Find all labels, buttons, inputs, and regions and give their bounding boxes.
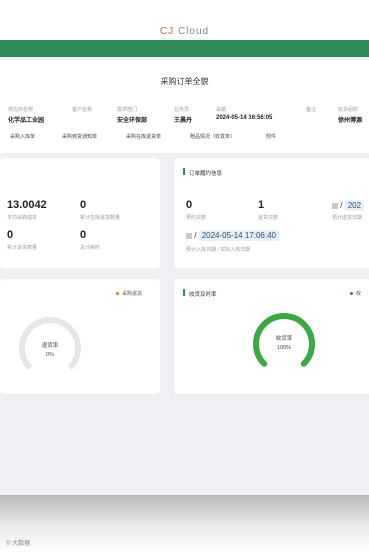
return-count-value: 1: [258, 199, 265, 211]
plan-date-label: 预计送货日期: [332, 215, 363, 221]
field-date: 采期 2024-05-14 16:56:05: [216, 106, 272, 121]
field-date-value: 2024-05-14 16:56:05: [216, 115, 273, 121]
brand-prefix: CJ: [159, 26, 175, 37]
avg-cost-value: 13.0042: [7, 199, 47, 211]
tab-arrival-notice[interactable]: 采购到货通知单: [62, 133, 97, 140]
field-department-label: 需求部门: [117, 107, 138, 113]
actual-date-label: 预计入库日期 / 实际入库日期: [186, 247, 251, 253]
tab-return-in-stock[interactable]: 采购在库退货单: [126, 133, 161, 140]
cum-return-label: 累计在库退货数量: [80, 215, 121, 221]
receive-rate-legend-dot: [350, 292, 353, 296]
actual-date-separator: /: [194, 231, 197, 240]
field-department: 需求部门 安全环保部: [117, 106, 147, 124]
field-remark-label: 备注: [306, 107, 317, 113]
plan-date-checkbox[interactable]: [332, 202, 338, 209]
total-hours-value: 0: [80, 229, 87, 241]
delivery-title-marker: [183, 168, 185, 175]
field-supplier-value: 化学品工业园: [8, 118, 45, 124]
field-receiver-label: 收货组织: [338, 107, 359, 113]
return-rate-legend: 采购退货: [116, 290, 142, 297]
tab-compensation[interactable]: 赔品情况（收发单）: [190, 133, 235, 140]
receive-rate-legend: 收: [350, 290, 361, 297]
brand-suffix: Cloud: [177, 26, 210, 37]
field-department-value: 安全环保部: [117, 118, 148, 124]
field-receiver-value: 徐州博源: [338, 118, 363, 124]
field-date-label: 采期: [216, 107, 227, 113]
stats-card: [0, 158, 160, 268]
field-remark: 备注: [306, 106, 316, 115]
actual-date-checkbox[interactable]: [186, 232, 192, 239]
return-rate-label: 退货率: [41, 343, 59, 349]
field-salesperson: 业务员 王晨丹: [174, 106, 192, 124]
tab-purchase-inbound[interactable]: 采购入库单: [10, 133, 35, 140]
field-customer-label: 客户名称: [72, 107, 93, 113]
receive-rate-gauge: [253, 313, 315, 367]
cum-quality-label: 累计退货数量: [7, 245, 38, 251]
plan-date-line: / 202: [332, 200, 365, 211]
plan-date-value: 202: [344, 200, 365, 211]
field-salesperson-value: 王晨丹: [174, 118, 193, 124]
actual-date-line: / 2024-05-14 17:06:40: [186, 230, 279, 241]
tab-bar: 采购入库单 采购到货通知单 采购在库退货单 赔品情况（收发单） 附件: [0, 130, 369, 146]
return-rate-legend-dot: [116, 292, 119, 296]
return-rate-value: 0%: [46, 352, 54, 358]
receive-rate-legend-text: 收: [356, 291, 362, 297]
field-supplier-label: 供应商名称: [8, 107, 34, 113]
total-hours-label: 总计耗时: [80, 245, 101, 251]
plan-date-separator: /: [340, 201, 343, 210]
watermark: © 大数据: [6, 541, 31, 547]
actual-date-value: 2024-05-14 17:06:40: [198, 230, 279, 241]
cum-quality-value: 0: [7, 229, 14, 241]
top-bar: CJ Cloud: [0, 0, 369, 40]
cum-return-value: 0: [80, 199, 87, 211]
return-count-label: 退货次数: [258, 215, 279, 221]
field-customer: 客户名称: [72, 106, 92, 115]
delivery-title: 订单履约信息: [189, 171, 223, 177]
page-title: 采购订单全貌: [160, 77, 209, 86]
receive-rate-title: 收货及时率: [189, 292, 217, 298]
receive-rate-title-marker: [183, 289, 185, 296]
return-rate-legend-text: 采购退货: [122, 291, 143, 297]
field-supplier: 供应商名称 化学品工业园: [8, 106, 44, 124]
booking-count-value: 0: [186, 199, 193, 211]
avg-cost-label: 平均采购成本: [7, 215, 38, 221]
receive-rate-value: 100%: [276, 345, 292, 351]
booking-count-label: 预约次数: [186, 215, 207, 221]
tab-attachments[interactable]: 附件: [266, 133, 276, 140]
field-receiver: 收货组织 徐州博源: [338, 106, 369, 124]
brand-logo: CJ Cloud: [0, 26, 369, 37]
receive-rate-label: 收货率: [275, 336, 293, 342]
nav-bar: [0, 40, 369, 57]
bottom-shadow: [0, 495, 369, 554]
field-salesperson-label: 业务员: [174, 107, 190, 113]
